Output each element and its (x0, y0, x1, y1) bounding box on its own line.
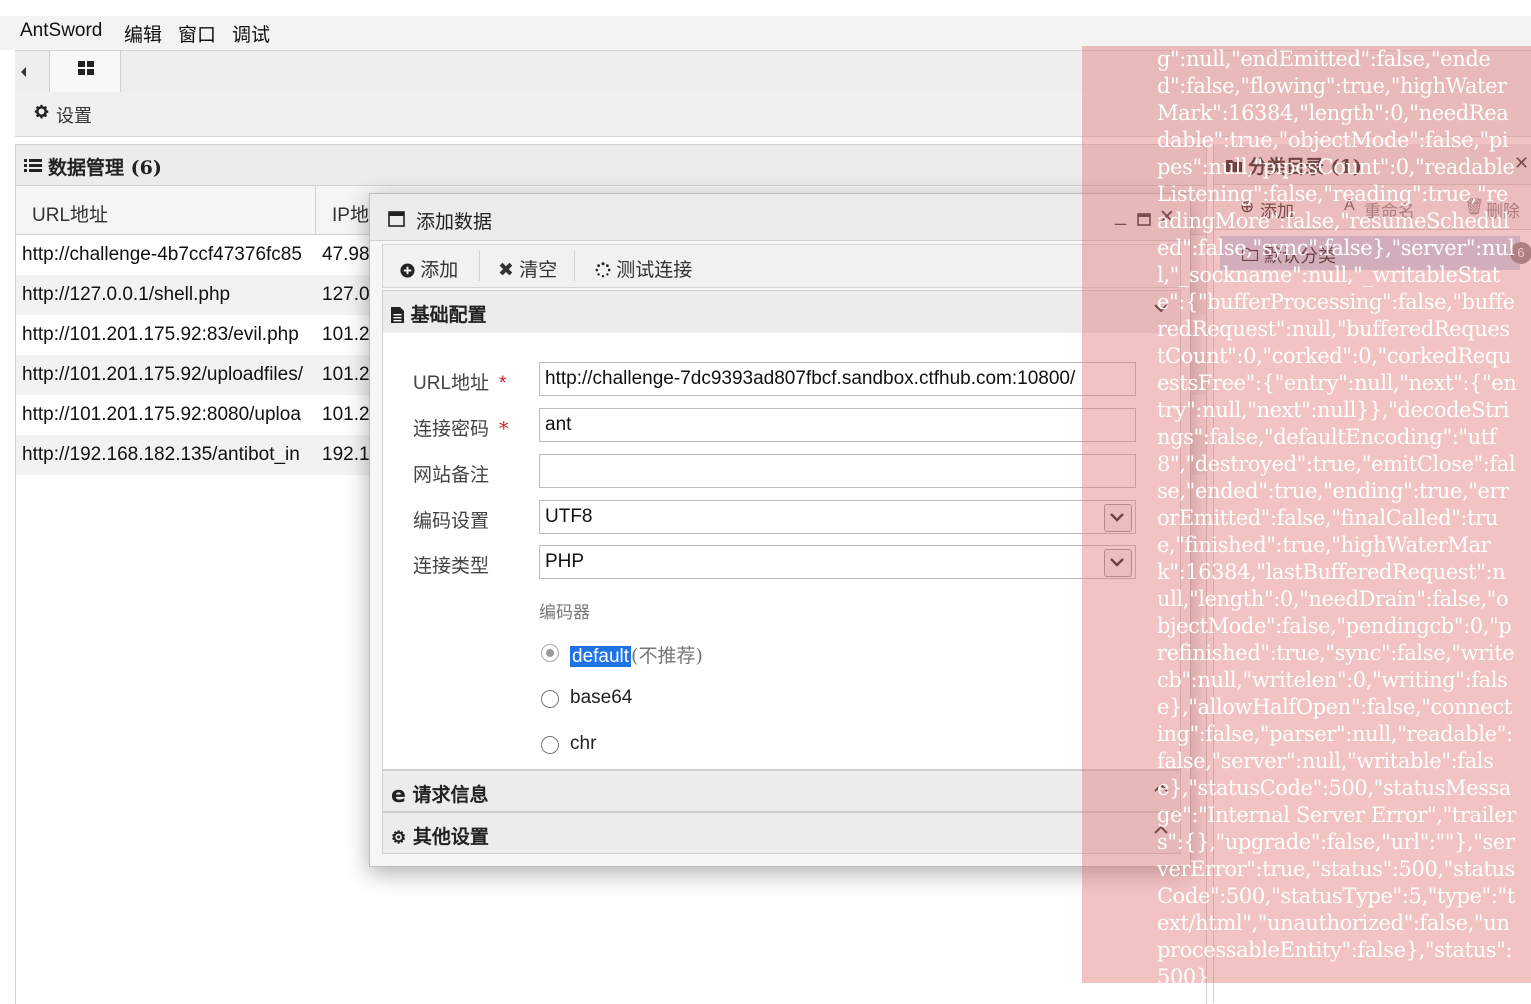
tab-scroll-left-icon[interactable] (19, 61, 35, 83)
encoding-select[interactable]: UTF8 (539, 500, 1136, 534)
add-circle-icon (400, 262, 415, 284)
url-input[interactable]: http://challenge-7dc9393ad807fbcf.sandbo… (539, 362, 1136, 396)
encoder-default-option[interactable]: default (不推荐) (570, 641, 703, 668)
error-message: g":null,"endEmitted":false,"ended":false… (1157, 47, 1517, 989)
encoder-chr-label[interactable]: chr (570, 733, 596, 755)
encoder-default-label: default (570, 646, 632, 667)
encoder-default-note: (不推荐) (631, 645, 703, 667)
note-input[interactable] (539, 454, 1136, 488)
menu-window[interactable]: 窗口 (178, 20, 216, 47)
row-url: http://challenge-4b7ccf47376fc85 (22, 244, 302, 265)
settings-label[interactable]: 设置 (56, 102, 92, 128)
e-icon: e (391, 783, 406, 808)
required-mark: * (499, 373, 507, 394)
add-button[interactable]: 添加 (400, 255, 458, 284)
toolbar-divider (479, 251, 480, 281)
list-icon (24, 157, 42, 178)
row-url: http://101.201.175.92:8080/uploa (22, 404, 301, 425)
section-basic-header[interactable]: 基础配置 (382, 290, 1181, 334)
grid-icon (78, 61, 94, 77)
toolbar-divider (574, 251, 575, 281)
column-divider (315, 186, 316, 234)
section-request-label: 请求信息 (412, 784, 489, 806)
note-label: 网站备注 (413, 464, 490, 486)
window-icon (388, 211, 405, 232)
clear-button[interactable]: ✖ 清空 (498, 255, 557, 282)
test-connection-label: 测试连接 (616, 259, 693, 281)
password-label: 连接密码 * (413, 414, 509, 441)
gear-icon (33, 103, 50, 125)
encoding-label: 编码设置 (413, 510, 490, 532)
data-panel-title: 数据管理 (6) (48, 157, 162, 179)
encoder-default-radio[interactable] (541, 644, 559, 662)
menu-edit[interactable]: 编辑 (124, 20, 162, 47)
dialog-title: 添加数据 (416, 211, 493, 233)
error-overlay: g":null,"endEmitted":false,"ended":false… (1082, 46, 1531, 989)
section-request-header[interactable]: e 请求信息 (382, 770, 1181, 812)
row-url: http://101.201.175.92:83/evil.php (22, 324, 299, 345)
tab-home[interactable] (49, 51, 121, 93)
encoder-base64-radio[interactable] (541, 690, 559, 708)
row-url: http://101.201.175.92/uploadfiles/ (22, 364, 304, 385)
section-basic-title: 基础配置 (391, 300, 487, 328)
menu-antsword[interactable]: AntSword (20, 20, 102, 42)
encoder-base64-label[interactable]: base64 (570, 687, 632, 709)
test-connection-button[interactable]: 测试连接 (595, 255, 692, 284)
row-url: http://127.0.0.1/shell.php (22, 284, 231, 305)
section-basic-label: 基础配置 (410, 304, 487, 326)
password-input[interactable]: ant (539, 408, 1136, 442)
data-panel-header: 数据管理 (6) (16, 145, 1206, 186)
password-label-text: 连接密码 (413, 418, 490, 440)
dialog-toolbar: 添加 ✖ 清空 测试连接 (382, 244, 1181, 288)
gears-icon: ⚙ (391, 828, 407, 848)
section-request-title: e 请求信息 (391, 780, 489, 807)
add-button-label: 添加 (420, 259, 459, 281)
type-value: PHP (545, 551, 585, 572)
menu-bar: AntSword 编辑 窗口 调试 (0, 16, 1531, 50)
x-icon: ✖ (498, 260, 514, 281)
type-label: 连接类型 (413, 555, 490, 577)
encoder-label: 编码器 (539, 603, 590, 623)
add-data-dialog: 添加数据 _ ✕ 添加 ✖ 清空 测试连接 基础配置 URL地址 * http:… (369, 193, 1191, 867)
url-label: URL地址 * (413, 368, 506, 395)
url-label-text: URL地址 (413, 373, 490, 394)
encoding-value: UTF8 (545, 506, 593, 527)
required-mark: * (499, 418, 509, 440)
spinner-icon (595, 262, 611, 284)
section-other-label: 其他设置 (412, 826, 489, 848)
type-select[interactable]: PHP (539, 545, 1136, 579)
document-icon (391, 306, 404, 328)
section-other-title: ⚙ 其他设置 (391, 822, 489, 849)
row-url: http://192.168.182.135/antibot_in (22, 444, 300, 465)
section-other-header[interactable]: ⚙ 其他设置 (382, 812, 1181, 854)
column-url[interactable]: URL地址 (32, 200, 108, 227)
encoder-chr-radio[interactable] (541, 736, 559, 754)
section-basic-body: URL地址 * http://challenge-7dc9393ad807fbcf… (382, 333, 1181, 770)
column-ip[interactable]: IP地 (332, 200, 369, 227)
clear-button-label: 清空 (519, 259, 558, 281)
menu-debug[interactable]: 调试 (232, 20, 270, 47)
dialog-titlebar[interactable]: 添加数据 _ ✕ (370, 194, 1190, 241)
